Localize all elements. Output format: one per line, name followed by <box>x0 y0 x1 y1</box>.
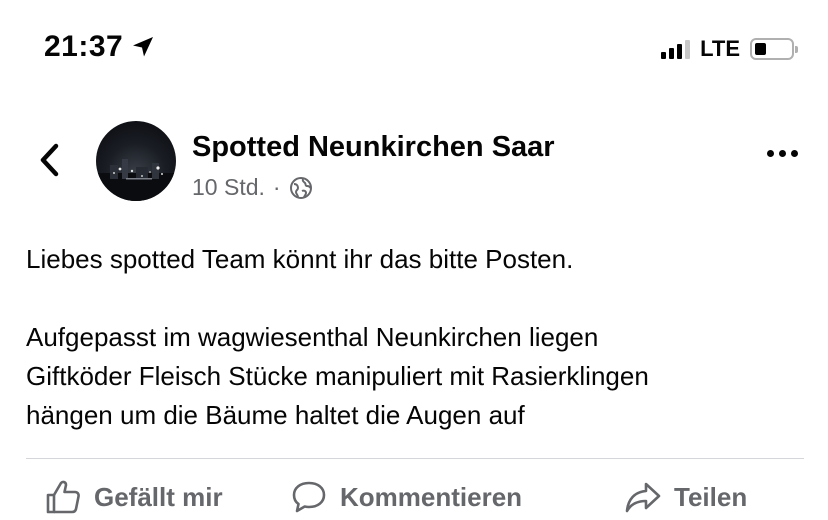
screen: 21:37 LTE Spotted Neunkirchen Saar 10 St… <box>0 0 828 520</box>
status-time: 21:37 <box>44 30 155 64</box>
like-label: Gefällt mir <box>94 481 223 512</box>
actions-divider <box>26 458 804 459</box>
share-label: Teilen <box>674 481 748 512</box>
comment-bubble-icon <box>292 481 326 513</box>
post-time[interactable]: 10 Std. <box>192 174 265 201</box>
share-arrow-icon <box>625 482 661 513</box>
thumbs-up-icon <box>46 480 80 514</box>
page-name[interactable]: Spotted Neunkirchen Saar <box>192 131 555 164</box>
post-line: Giftköder Fleisch Stücke manipuliert mit… <box>26 361 649 391</box>
post-paragraph-1: Liebes spotted Team könnt ihr das bitte … <box>26 244 574 274</box>
share-button[interactable]: Teilen <box>624 478 747 516</box>
post-paragraph-2: Aufgepasst im wagwiesenthal Neunkirchen … <box>26 318 806 435</box>
post-line: hängen um die Bäume haltet die Augen auf <box>26 400 525 430</box>
globe-icon <box>289 176 312 199</box>
post-meta: 10 Std. · <box>192 174 313 201</box>
more-options-icon[interactable] <box>767 150 798 157</box>
comment-button[interactable]: Kommentieren <box>290 478 522 516</box>
status-time-text: 21:37 <box>44 30 124 63</box>
location-arrow-icon <box>133 37 154 57</box>
page-avatar[interactable] <box>96 121 176 201</box>
network-type: LTE <box>700 36 740 61</box>
cellular-signal-icon <box>661 39 691 59</box>
status-indicators: LTE <box>661 36 798 62</box>
battery-icon <box>750 38 798 60</box>
post-line: Aufgepasst im wagwiesenthal Neunkirchen … <box>26 322 599 352</box>
like-button[interactable]: Gefällt mir <box>44 478 223 516</box>
back-chevron-icon[interactable] <box>34 140 64 180</box>
comment-label: Kommentieren <box>340 481 523 512</box>
meta-separator: · <box>272 174 281 200</box>
post-body: Liebes spotted Team könnt ihr das bitte … <box>26 240 806 435</box>
